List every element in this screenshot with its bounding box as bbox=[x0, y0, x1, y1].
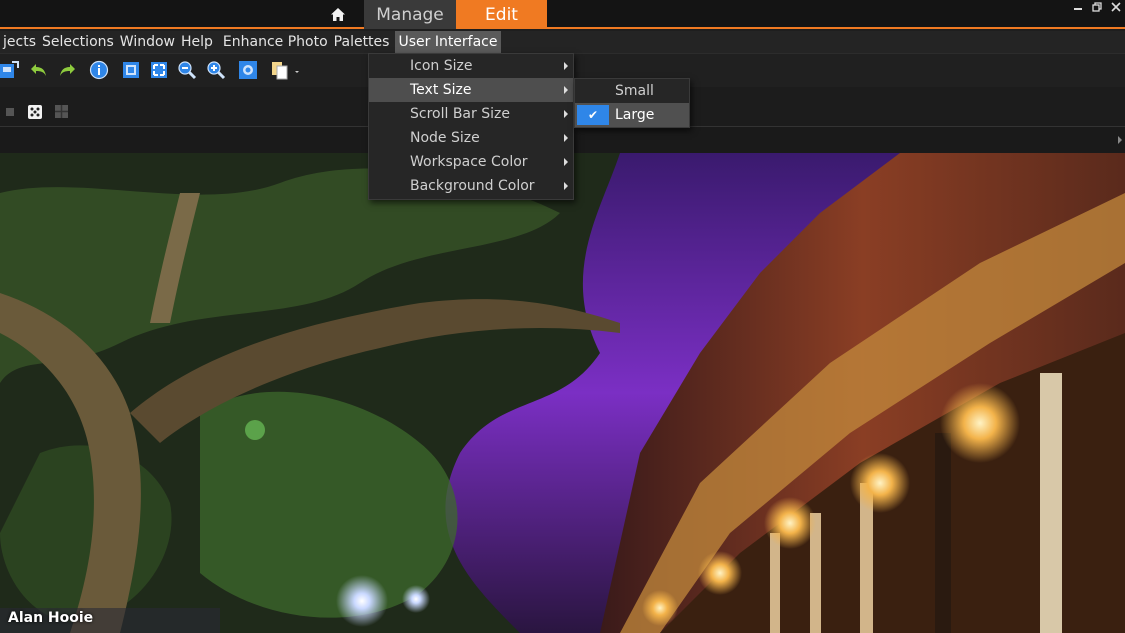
photo-watermark: Alan Hooie bbox=[8, 610, 94, 626]
menu-bar: jects Selections Window Help Enhance Pho… bbox=[0, 31, 1125, 53]
user-interface-menu: Icon Size Text Size Scroll Bar Size Node… bbox=[368, 53, 574, 200]
save-icon[interactable] bbox=[0, 60, 20, 80]
redo-icon[interactable] bbox=[57, 60, 77, 80]
menu-item-label: Background Color bbox=[410, 178, 535, 194]
menu-item-label: Scroll Bar Size bbox=[410, 106, 510, 122]
menu-window[interactable]: Window bbox=[117, 31, 178, 53]
small-square-icon[interactable] bbox=[6, 108, 14, 116]
menu-user-interface[interactable]: User Interface bbox=[395, 31, 501, 53]
undo-icon[interactable] bbox=[29, 60, 49, 80]
fit-icon[interactable] bbox=[121, 60, 141, 80]
zoom-out-icon[interactable] bbox=[177, 60, 197, 80]
street-photo bbox=[0, 153, 1125, 633]
menu-enhance-photo[interactable]: Enhance Photo bbox=[220, 31, 331, 53]
title-bar: Manage Edit bbox=[0, 0, 1125, 29]
menu-palettes[interactable]: Palettes bbox=[331, 31, 393, 53]
submenu-arrow-icon bbox=[564, 110, 568, 118]
submenu-arrow-icon bbox=[564, 158, 568, 166]
restore-icon[interactable] bbox=[1091, 2, 1102, 13]
submenu-item-large[interactable]: ✔ Large bbox=[575, 103, 689, 127]
submenu-item-label: Large bbox=[615, 107, 655, 123]
submenu-arrow-icon bbox=[564, 62, 568, 70]
window-controls bbox=[1072, 0, 1121, 14]
menu-selections[interactable]: Selections bbox=[39, 31, 117, 53]
menu-item-icon-size[interactable]: Icon Size bbox=[369, 54, 573, 78]
home-icon bbox=[331, 8, 345, 21]
menu-item-label: Workspace Color bbox=[410, 154, 528, 170]
submenu-item-label: Small bbox=[615, 83, 654, 99]
actual-size-icon[interactable] bbox=[238, 60, 258, 80]
submenu-item-small[interactable]: Small bbox=[575, 79, 689, 103]
tab-edit[interactable]: Edit bbox=[456, 0, 547, 29]
menu-item-label: Node Size bbox=[410, 130, 480, 146]
menu-item-background-color[interactable]: Background Color bbox=[369, 174, 573, 198]
photo-canvas[interactable]: Alan Hooie bbox=[0, 153, 1125, 633]
menu-item-label: Icon Size bbox=[410, 58, 473, 74]
menu-item-workspace-color[interactable]: Workspace Color bbox=[369, 150, 573, 174]
minimize-icon[interactable] bbox=[1072, 2, 1083, 13]
menu-item-text-size[interactable]: Text Size bbox=[369, 78, 573, 102]
tab-manage[interactable]: Manage bbox=[364, 0, 456, 29]
menu-item-node-size[interactable]: Node Size bbox=[369, 126, 573, 150]
submenu-arrow-icon bbox=[564, 86, 568, 94]
menu-help[interactable]: Help bbox=[178, 31, 216, 53]
info-icon[interactable] bbox=[89, 60, 109, 80]
menu-objects[interactable]: jects bbox=[0, 31, 39, 53]
text-size-submenu: Small ✔ Large bbox=[574, 78, 690, 128]
close-icon[interactable] bbox=[1110, 2, 1121, 13]
chevron-down-icon[interactable] bbox=[292, 60, 302, 80]
submenu-arrow-icon bbox=[564, 182, 568, 190]
grid-icon[interactable] bbox=[55, 105, 68, 118]
checkmark-icon: ✔ bbox=[577, 105, 609, 125]
copy-icon[interactable] bbox=[270, 60, 290, 80]
dice-icon[interactable] bbox=[28, 105, 42, 119]
home-button[interactable] bbox=[324, 0, 352, 29]
chevron-right-icon[interactable] bbox=[1117, 136, 1123, 144]
submenu-arrow-icon bbox=[564, 134, 568, 142]
zoom-in-icon[interactable] bbox=[206, 60, 226, 80]
menu-item-scroll-bar-size[interactable]: Scroll Bar Size bbox=[369, 102, 573, 126]
full-screen-icon[interactable] bbox=[149, 60, 169, 80]
menu-item-label: Text Size bbox=[410, 82, 472, 98]
